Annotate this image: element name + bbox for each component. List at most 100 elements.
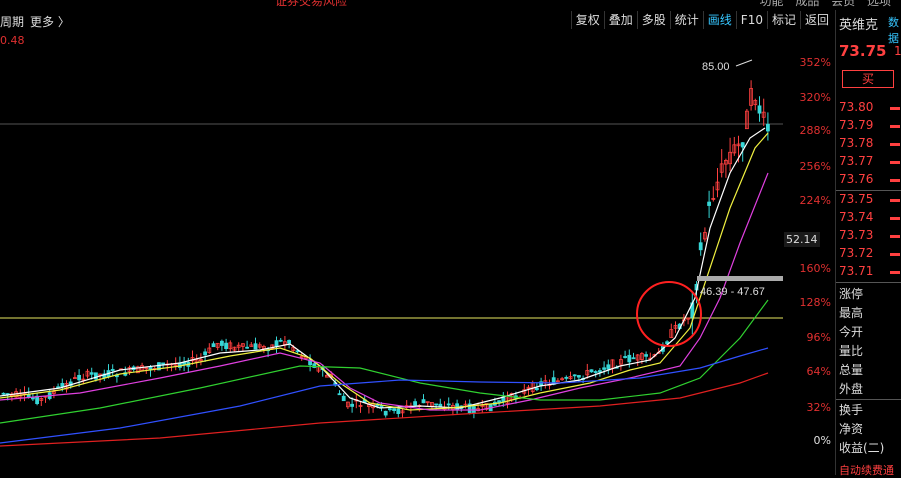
- bid-price[interactable]: 73.75: [839, 192, 873, 206]
- chart-toolbar: 周期 更多 〉 复权 叠加 多股 统计 画线 F10 标记 返回: [0, 10, 835, 32]
- ask-price[interactable]: 73.78: [839, 136, 873, 150]
- y-axis-label: 352%: [799, 56, 831, 69]
- top-menu[interactable]: 功能 成品 会员 选项: [760, 0, 891, 8]
- candle-body: [434, 403, 439, 406]
- bid-price[interactable]: 73.73: [839, 228, 873, 242]
- y-axis-label: 288%: [799, 124, 831, 137]
- candlestick-chart[interactable]: 85.00 46.39 - 47.67: [0, 48, 783, 458]
- data-tab[interactable]: 数据: [888, 14, 901, 46]
- stat-label: 净资: [839, 422, 864, 436]
- ask-volume-bar: [890, 125, 900, 128]
- y-axis-label: 160%: [799, 262, 831, 275]
- stock-name: 英维克: [839, 18, 879, 33]
- candle-body: [287, 340, 292, 344]
- candle-body: [278, 339, 283, 342]
- candle-body: [598, 370, 602, 373]
- candle-body: [698, 242, 703, 251]
- bid-price[interactable]: 73.71: [839, 264, 873, 278]
- candle-body: [396, 408, 401, 414]
- bid-volume-bar: [890, 199, 900, 202]
- divider: [836, 282, 901, 283]
- candle-body: [224, 342, 229, 349]
- toolbar-button-2[interactable]: 多股: [636, 11, 670, 29]
- toolbar-button-5[interactable]: F10: [735, 11, 767, 29]
- y-axis-label: 320%: [799, 91, 831, 104]
- range-label: 46.39 - 47.67: [700, 286, 765, 298]
- candle-body: [219, 340, 224, 346]
- bid-volume-bar: [890, 271, 900, 274]
- candle-body: [211, 343, 216, 348]
- candle-body: [337, 393, 342, 396]
- period-selector[interactable]: 周期: [0, 13, 24, 30]
- toolbar-button-4[interactable]: 画线: [702, 11, 736, 29]
- stat-label: 量比: [839, 344, 864, 358]
- peak-arrow: [735, 59, 753, 67]
- candle-body: [627, 354, 632, 363]
- toolbar-button-1[interactable]: 叠加: [603, 11, 637, 29]
- ask-volume-bar: [890, 179, 900, 182]
- candle-body: [766, 123, 770, 132]
- candle-body: [572, 374, 577, 377]
- toolbar-buttons: 复权 叠加 多股 统计 画线 F10 标记 返回: [570, 11, 833, 29]
- candle-body: [589, 369, 594, 373]
- candle-body: [602, 367, 606, 370]
- toolbar-button-0[interactable]: 复权: [570, 11, 604, 29]
- stat-label: 今开: [839, 325, 864, 339]
- divider: [836, 399, 901, 400]
- candle-body: [593, 371, 598, 373]
- candle-body: [203, 351, 208, 356]
- candle-body: [274, 340, 279, 347]
- ask-price[interactable]: 73.77: [839, 154, 873, 168]
- ma-white-line: [0, 127, 766, 409]
- stat-label: 总量: [839, 363, 864, 377]
- candle-body: [387, 408, 392, 411]
- bid-volume-bar: [890, 235, 900, 238]
- candle-body: [644, 354, 648, 357]
- stat-label: 外盘: [839, 382, 864, 396]
- bid-price[interactable]: 73.74: [839, 210, 873, 224]
- toolbar-button-3[interactable]: 统计: [669, 11, 703, 29]
- candle-body: [1, 392, 6, 395]
- buy-button[interactable]: 买: [842, 70, 894, 88]
- top-left-value: 0.48: [0, 34, 25, 47]
- candle-body: [89, 372, 94, 375]
- candle-body: [182, 362, 187, 365]
- ask-volume-bar: [890, 107, 900, 110]
- y-axis-label: 256%: [799, 160, 831, 173]
- bid-price[interactable]: 73.72: [839, 246, 873, 260]
- candle-body: [60, 383, 65, 388]
- ma-red-line: [0, 372, 769, 447]
- candle-body: [421, 399, 426, 404]
- candle-body: [341, 395, 346, 402]
- stat-label: 换手: [839, 403, 864, 417]
- current-price-tag: 52.14: [784, 232, 820, 247]
- candle-body: [379, 405, 384, 408]
- candle-body: [77, 374, 81, 381]
- candle-body: [253, 343, 258, 350]
- candle-body: [392, 408, 397, 411]
- candle-body: [564, 376, 569, 379]
- peak-label: 85.00: [702, 61, 730, 73]
- candle-body: [707, 201, 711, 206]
- candle-body: [757, 105, 762, 114]
- title-bar: 证券交易风险 功能 成品 会员 选项: [0, 0, 901, 8]
- auto-renew-link[interactable]: 自动续费通: [839, 462, 894, 478]
- candle-body: [350, 403, 355, 407]
- ask-price[interactable]: 73.80: [839, 100, 873, 114]
- ask-price[interactable]: 73.79: [839, 118, 873, 132]
- y-axis-label: 96%: [806, 331, 831, 344]
- ask-volume-bar: [890, 143, 900, 146]
- candle-body: [161, 362, 166, 365]
- y-axis-label: 0%: [813, 434, 831, 447]
- toolbar-button-7[interactable]: 返回: [799, 11, 833, 29]
- stock-price: 73.75: [839, 42, 887, 60]
- divider: [836, 190, 901, 191]
- toolbar-button-6[interactable]: 标记: [766, 11, 800, 29]
- stat-label: 收益(二): [839, 441, 885, 455]
- candle-body: [110, 368, 115, 371]
- ma-blue-line: [0, 347, 769, 444]
- more-menu[interactable]: 更多 〉: [30, 13, 70, 30]
- bid-volume-bar: [890, 253, 900, 256]
- candle-body: [383, 410, 388, 416]
- ask-price[interactable]: 73.76: [839, 172, 873, 186]
